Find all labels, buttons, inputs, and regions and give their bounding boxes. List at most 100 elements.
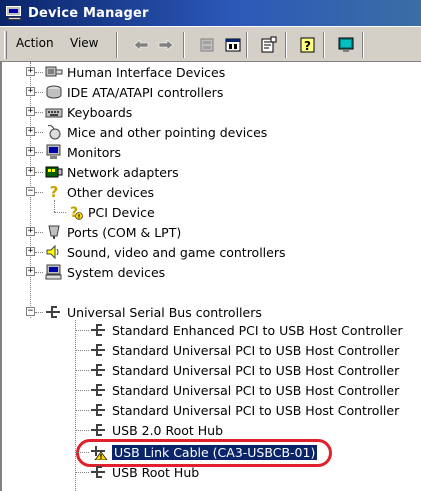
tree-item-label: Universal Serial Bus controllers xyxy=(67,304,262,320)
expand-button[interactable]: + xyxy=(26,247,35,256)
tree-item-label: Standard Enhanced PCI to USB Host Contro… xyxy=(112,322,403,338)
tree-item-pci-device[interactable]: ?! PCI Device xyxy=(66,202,155,222)
tree-item-label: Mice and other pointing devices xyxy=(67,124,268,140)
show-hidden-icon[interactable] xyxy=(222,34,244,56)
properties-icon[interactable] xyxy=(258,34,280,56)
tree-item-usb-host-controller[interactable]: Standard Universal PCI to USB Host Contr… xyxy=(90,380,399,400)
back-arrow-icon[interactable] xyxy=(130,34,152,56)
unknown-device-icon: ?! xyxy=(66,204,84,221)
toolbar-separator xyxy=(285,32,287,58)
expand-button[interactable]: + xyxy=(26,267,35,276)
forward-arrow-icon[interactable] xyxy=(155,34,177,56)
tree-item-label: IDE ATA/ATAPI controllers xyxy=(67,84,224,100)
ide-controller-icon xyxy=(45,84,63,100)
question-mark-icon: ? xyxy=(49,183,59,201)
tree-connector xyxy=(75,472,89,473)
toolbar-grip[interactable] xyxy=(4,31,7,59)
tree-connector xyxy=(35,132,43,133)
tree-item-system-devices[interactable]: System devices xyxy=(45,262,165,282)
svg-text:?: ? xyxy=(304,39,311,53)
tree-connector xyxy=(54,212,66,213)
tree-connector xyxy=(35,252,43,253)
collapse-button[interactable]: − xyxy=(26,187,35,196)
tree-connector xyxy=(35,232,43,233)
port-icon xyxy=(45,224,63,240)
tree-connector xyxy=(54,200,55,212)
expand-button[interactable]: + xyxy=(26,67,35,76)
tree-item-sound[interactable]: Sound, video and game controllers xyxy=(45,242,286,262)
tree-connector xyxy=(35,312,43,313)
tree-item-label: Monitors xyxy=(67,144,122,160)
tree-item-network-adapters[interactable]: Network adapters xyxy=(45,162,179,182)
svg-text:!: ! xyxy=(78,214,81,221)
tree-item-usb-host-controller[interactable]: Standard Universal PCI to USB Host Contr… xyxy=(90,400,399,420)
tree-item-label: USB 2.0 Root Hub xyxy=(112,422,224,438)
tree-connector xyxy=(75,452,89,453)
usb-icon xyxy=(90,322,108,338)
tree-item-usb-host-controller[interactable]: Standard Universal PCI to USB Host Contr… xyxy=(90,340,399,360)
usb-icon xyxy=(90,422,108,438)
menu-action[interactable]: Action xyxy=(16,36,54,50)
tree-connector xyxy=(35,152,43,153)
tree-item-usb-root-hub[interactable]: USB 2.0 Root Hub xyxy=(90,420,223,440)
tree-item-usb-controllers[interactable]: Universal Serial Bus controllers xyxy=(45,302,262,322)
tree-item-label: Standard Universal PCI to USB Host Contr… xyxy=(112,382,400,398)
monitor-icon xyxy=(45,144,63,160)
help-icon[interactable]: ? xyxy=(297,34,319,56)
tree-connector xyxy=(35,192,43,193)
tree-item-label: Sound, video and game controllers xyxy=(67,244,286,260)
tree-connector xyxy=(75,320,76,491)
expand-button[interactable]: + xyxy=(26,127,35,136)
menu-view[interactable]: View xyxy=(70,36,98,50)
expand-button[interactable]: + xyxy=(26,87,35,96)
tree-item-label: Keyboards xyxy=(67,104,133,120)
tree-item-label: Standard Universal PCI to USB Host Contr… xyxy=(112,342,400,358)
window-title: Device Manager xyxy=(28,5,149,21)
tree-item-usb-link-cable[interactable]: ! USB Link Cable (CA3-USBCB-01) xyxy=(90,442,318,462)
mouse-icon xyxy=(45,124,63,140)
tree-item-mice[interactable]: Mice and other pointing devices xyxy=(45,122,267,142)
expand-button[interactable]: + xyxy=(26,227,35,236)
expand-button[interactable]: + xyxy=(26,167,35,176)
human-interface-icon xyxy=(45,64,63,80)
tree-connector xyxy=(35,172,43,173)
tree-item-keyboards[interactable]: Keyboards xyxy=(45,102,132,122)
expand-button[interactable]: + xyxy=(26,107,35,116)
expand-button[interactable]: + xyxy=(26,147,35,156)
tree-item-ports[interactable]: Ports (COM & LPT) xyxy=(45,222,181,242)
tree-connector xyxy=(35,72,43,73)
tree-item-usb-root-hub[interactable]: USB Root Hub xyxy=(90,462,199,482)
tree-connector xyxy=(75,430,89,431)
title-bar[interactable]: Device Manager xyxy=(0,0,421,26)
usb-icon xyxy=(90,464,108,480)
usb-icon xyxy=(90,402,108,418)
properties-disabled-icon[interactable] xyxy=(196,34,218,56)
tree-item-label: Network adapters xyxy=(67,164,179,180)
device-manager-icon xyxy=(6,5,23,21)
tree-item-usb-host-controller[interactable]: Standard Enhanced PCI to USB Host Contro… xyxy=(90,320,403,340)
svg-text:!: ! xyxy=(99,453,102,460)
tree-item-other-devices[interactable]: ? Other devices xyxy=(45,182,154,202)
toolbar-separator xyxy=(246,32,248,58)
tree-connector xyxy=(75,370,89,371)
usb-icon xyxy=(45,304,63,320)
tree-connector xyxy=(35,272,43,273)
usb-icon xyxy=(90,382,108,398)
scan-hardware-icon[interactable] xyxy=(335,34,357,56)
tree-item-label: Other devices xyxy=(67,184,155,200)
collapse-button[interactable]: − xyxy=(26,307,35,316)
tree-item-monitors[interactable]: Monitors xyxy=(45,142,121,162)
usb-icon xyxy=(90,362,108,378)
toolbar-separator xyxy=(116,32,118,58)
menu-action-label: Action xyxy=(16,36,54,50)
device-tree[interactable]: + Human Interface Devices + IDE ATA/ATAP… xyxy=(0,62,421,491)
toolbar-separator xyxy=(183,32,185,58)
tree-item-usb-host-controller[interactable]: Standard Universal PCI to USB Host Contr… xyxy=(90,360,399,380)
tree-item-ide-controllers[interactable]: IDE ATA/ATAPI controllers xyxy=(45,82,223,102)
tree-item-human-interface-devices[interactable]: Human Interface Devices xyxy=(45,62,225,82)
tree-item-label: USB Link Cable (CA3-USBCB-01) xyxy=(112,444,318,460)
toolbar: Action View ? xyxy=(0,26,421,62)
toolbar-separator xyxy=(323,32,325,58)
tree-item-label: Human Interface Devices xyxy=(67,64,226,80)
usb-icon xyxy=(90,342,108,358)
